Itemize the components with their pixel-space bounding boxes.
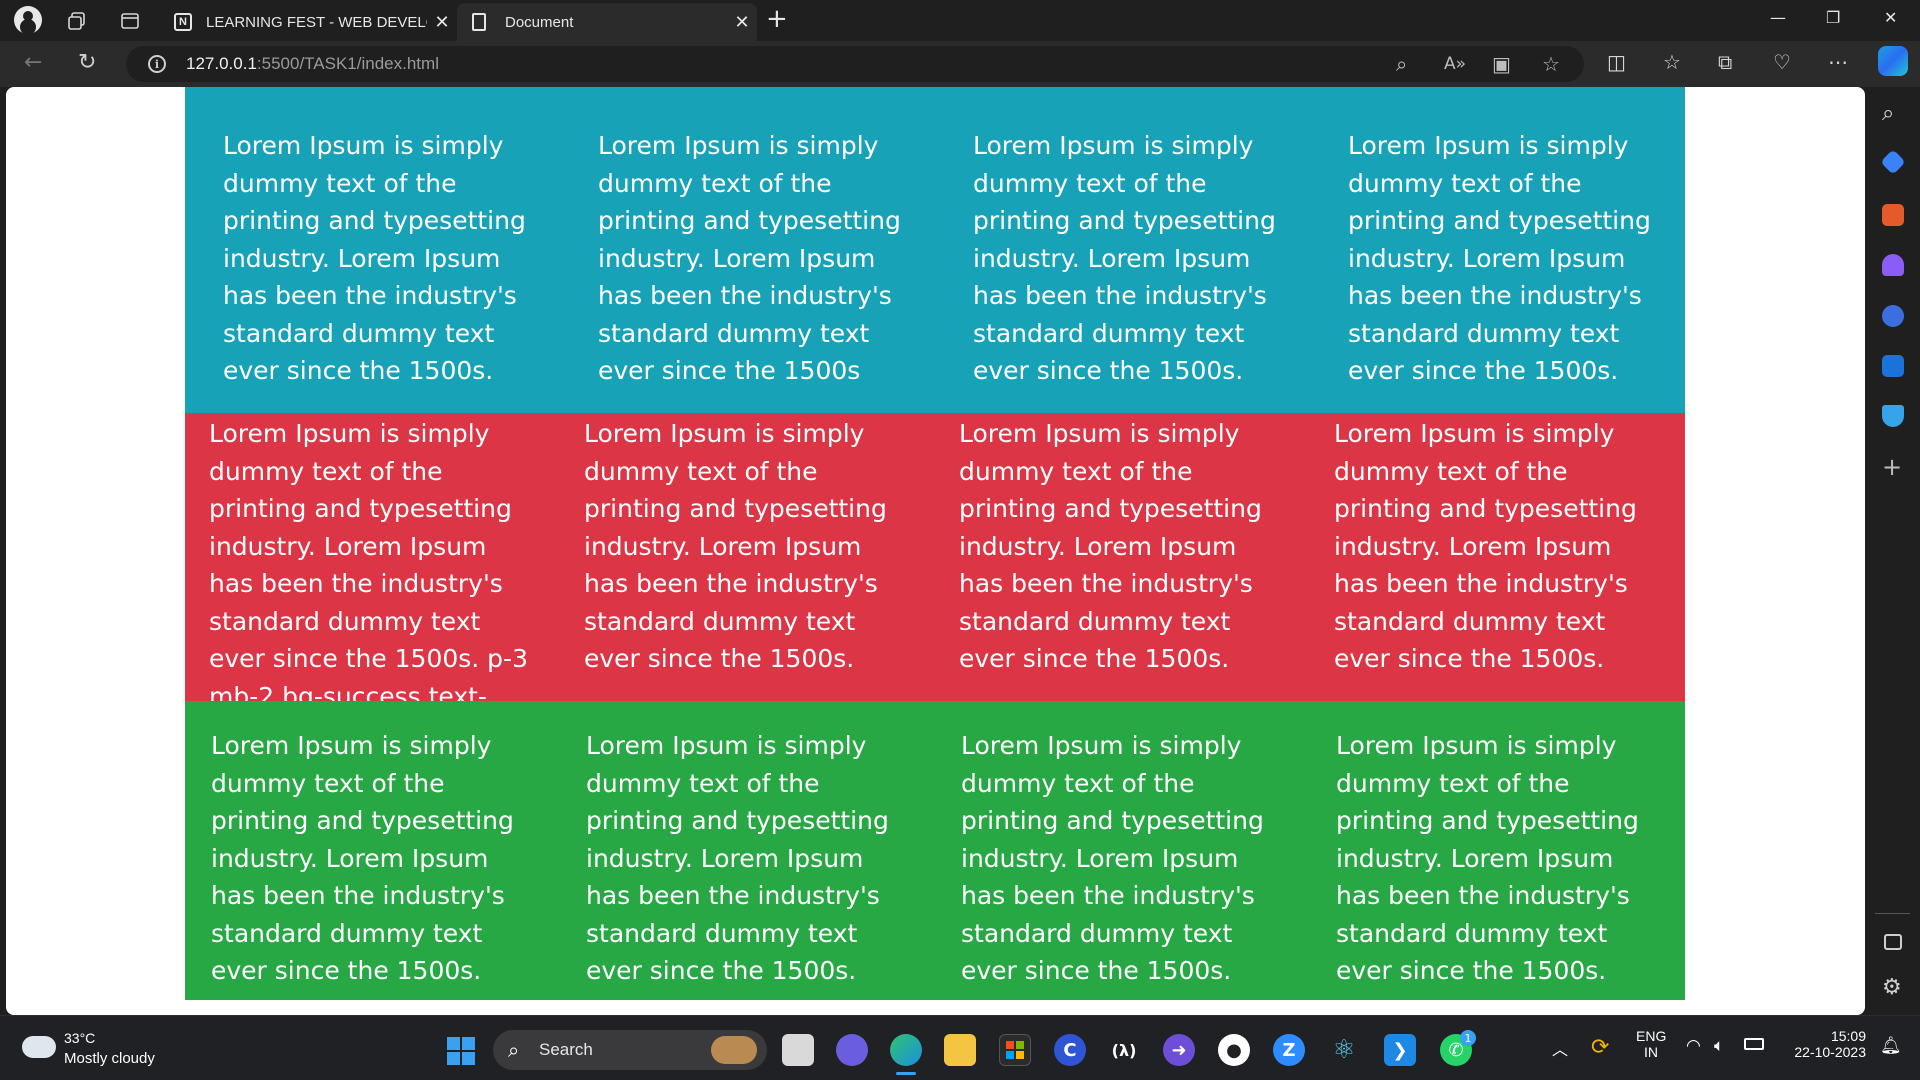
content-row-danger: Lorem Ipsum is simply dummy text of the … xyxy=(185,413,1685,748)
shopping-tag-icon[interactable] xyxy=(1880,149,1906,175)
browser-essentials-icon[interactable]: ♡ xyxy=(1773,50,1791,74)
url-text[interactable]: 127.0.0.1:5500/TASK1/index.html xyxy=(186,54,439,74)
outlook-icon[interactable] xyxy=(1882,355,1904,377)
github-icon[interactable]: ● xyxy=(1218,1034,1250,1066)
search-highlight-image xyxy=(711,1036,757,1064)
read-aloud-icon[interactable]: A» xyxy=(1444,54,1466,74)
task-view-icon[interactable] xyxy=(782,1034,814,1066)
text-column: Lorem Ipsum is simply dummy text of the … xyxy=(1348,131,1651,385)
windows-start-icon[interactable] xyxy=(447,1037,475,1065)
address-bar[interactable]: i 127.0.0.1:5500/TASK1/index.html ⌕ A» ▣… xyxy=(126,46,1584,82)
vscode-icon[interactable]: ❯ xyxy=(1384,1034,1416,1066)
hide-sidebar-icon[interactable] xyxy=(1884,934,1902,950)
edge-sidebar: ⌕ + ⚙ xyxy=(1865,87,1920,1015)
games-icon[interactable] xyxy=(1882,254,1904,276)
windows-taskbar: 33°C Mostly cloudy ⌕ Search C (λ) ➜ ● Z … xyxy=(0,1015,1920,1080)
site-info-icon[interactable]: i xyxy=(148,55,166,73)
new-tab-plus-icon[interactable]: + xyxy=(766,6,788,32)
notion-favicon-icon: N xyxy=(174,13,192,31)
more-menu-icon[interactable]: ⋯ xyxy=(1828,50,1848,74)
search-icon[interactable]: ⌕ xyxy=(1882,103,1904,125)
text-column: Lorem Ipsum is simply dummy text of the … xyxy=(1334,419,1637,673)
clock-time: 15:09 xyxy=(1830,1028,1866,1044)
text-column: Lorem Ipsum is simply dummy text of the … xyxy=(1336,731,1639,985)
wifi-icon[interactable]: ◠ xyxy=(1686,1036,1701,1056)
split-screen-icon[interactable]: ◫ xyxy=(1607,50,1626,74)
add-plus-icon[interactable]: + xyxy=(1882,455,1904,479)
favorite-star-icon[interactable]: ☆ xyxy=(1542,52,1560,76)
copilot-icon[interactable] xyxy=(1878,46,1908,76)
tab-document[interactable]: Document ✕ xyxy=(457,3,757,41)
text-column: Lorem Ipsum is simply dummy text of the … xyxy=(586,731,889,985)
microsoft-store-icon[interactable] xyxy=(999,1034,1031,1066)
text-column: Lorem Ipsum is simply dummy text of the … xyxy=(211,731,514,985)
window-close-icon[interactable]: ✕ xyxy=(1884,8,1897,27)
clock-date: 22-10-2023 xyxy=(1794,1044,1866,1060)
terminal-app-icon[interactable]: (λ) xyxy=(1108,1034,1140,1066)
notification-badge: 1 xyxy=(1460,1030,1476,1046)
tab-learning-fest[interactable]: N LEARNING FEST - WEB DEVELOP ✕ xyxy=(162,3,457,41)
workspaces-icon[interactable] xyxy=(64,8,90,34)
zoom-app-icon[interactable]: Z xyxy=(1273,1034,1305,1066)
close-icon[interactable]: ✕ xyxy=(727,12,757,33)
document-favicon-icon xyxy=(472,13,486,31)
drop-icon[interactable] xyxy=(1882,405,1904,427)
back-arrow-icon[interactable]: ← xyxy=(24,51,42,75)
favorites-icon[interactable]: ☆ xyxy=(1663,50,1681,74)
text-column: Lorem Ipsum is simply dummy text of the … xyxy=(959,419,1262,673)
restore-icon[interactable]: ❐ xyxy=(1826,8,1840,27)
search-label: Search xyxy=(539,1040,593,1059)
weather-description[interactable]: Mostly cloudy xyxy=(64,1050,155,1067)
zoom-icon[interactable]: ⌕ xyxy=(1396,52,1407,76)
clock[interactable]: 15:09 22-10-2023 xyxy=(1788,1028,1866,1060)
page-viewport: Lorem Ipsum is simply dummy text of the … xyxy=(6,87,1865,1015)
app-launcher-icon[interactable]: ➜ xyxy=(1163,1034,1195,1066)
sidebar-divider xyxy=(1875,913,1910,914)
content-row-info: Lorem Ipsum is simply dummy text of the … xyxy=(185,87,1685,413)
battery-icon[interactable] xyxy=(1744,1038,1764,1050)
cortana-app-icon[interactable]: C xyxy=(1054,1034,1086,1066)
refresh-icon[interactable]: ↻ xyxy=(78,51,96,75)
content-row-success: Lorem Ipsum is simply dummy text of the … xyxy=(185,701,1685,1000)
teams-chat-icon[interactable] xyxy=(836,1034,868,1066)
edge-browser-icon[interactable] xyxy=(890,1034,922,1075)
browser-tab-bar: N LEARNING FEST - WEB DEVELOP ✕ Document… xyxy=(0,0,1920,41)
weather-temperature[interactable]: 33°C xyxy=(64,1030,95,1046)
text-column: Lorem Ipsum is simply dummy text of the … xyxy=(973,131,1276,385)
show-hidden-icons-chevron-icon[interactable]: ︿ xyxy=(1552,1036,1568,1060)
volume-icon[interactable]: 🔈︎ xyxy=(1714,1036,1724,1056)
taskbar-search-box[interactable]: ⌕ Search xyxy=(493,1030,767,1070)
settings-gear-icon[interactable]: ⚙ xyxy=(1882,977,1904,999)
search-icon: ⌕ xyxy=(508,1038,520,1062)
tab-actions-icon[interactable] xyxy=(117,8,143,34)
microsoft-365-icon[interactable] xyxy=(1882,305,1904,327)
tab-title: LEARNING FEST - WEB DEVELOP xyxy=(206,13,427,31)
text-column: Lorem Ipsum is simply dummy text of the … xyxy=(961,731,1264,985)
language-indicator[interactable]: ENG IN xyxy=(1636,1028,1666,1060)
notification-bell-icon[interactable]: 🔔︎ xyxy=(1880,1036,1902,1056)
minimize-icon[interactable]: — xyxy=(1770,8,1786,27)
file-explorer-icon[interactable] xyxy=(944,1034,976,1066)
close-icon[interactable]: ✕ xyxy=(427,12,457,33)
weather-cloud-icon[interactable] xyxy=(22,1028,56,1058)
text-column: Lorem Ipsum is simply dummy text of the … xyxy=(584,419,887,673)
text-column: Lorem Ipsum is simply dummy text of the … xyxy=(209,419,528,748)
immersive-reader-icon[interactable]: ▣ xyxy=(1492,52,1511,76)
tab-title: Document xyxy=(505,13,574,31)
navigation-bar: ← ↻ i 127.0.0.1:5500/TASK1/index.html ⌕ … xyxy=(0,41,1920,87)
text-column: Lorem Ipsum is simply dummy text of the … xyxy=(223,131,526,385)
text-column: Lorem Ipsum is simply dummy text of the … xyxy=(598,131,901,385)
atom-react-icon[interactable]: ⚛ xyxy=(1328,1034,1360,1066)
sync-icon[interactable]: ⟳ xyxy=(1591,1034,1609,1060)
collections-icon[interactable]: ⧉ xyxy=(1718,50,1732,74)
profile-avatar-icon[interactable] xyxy=(14,6,42,34)
tools-briefcase-icon[interactable] xyxy=(1882,204,1904,226)
